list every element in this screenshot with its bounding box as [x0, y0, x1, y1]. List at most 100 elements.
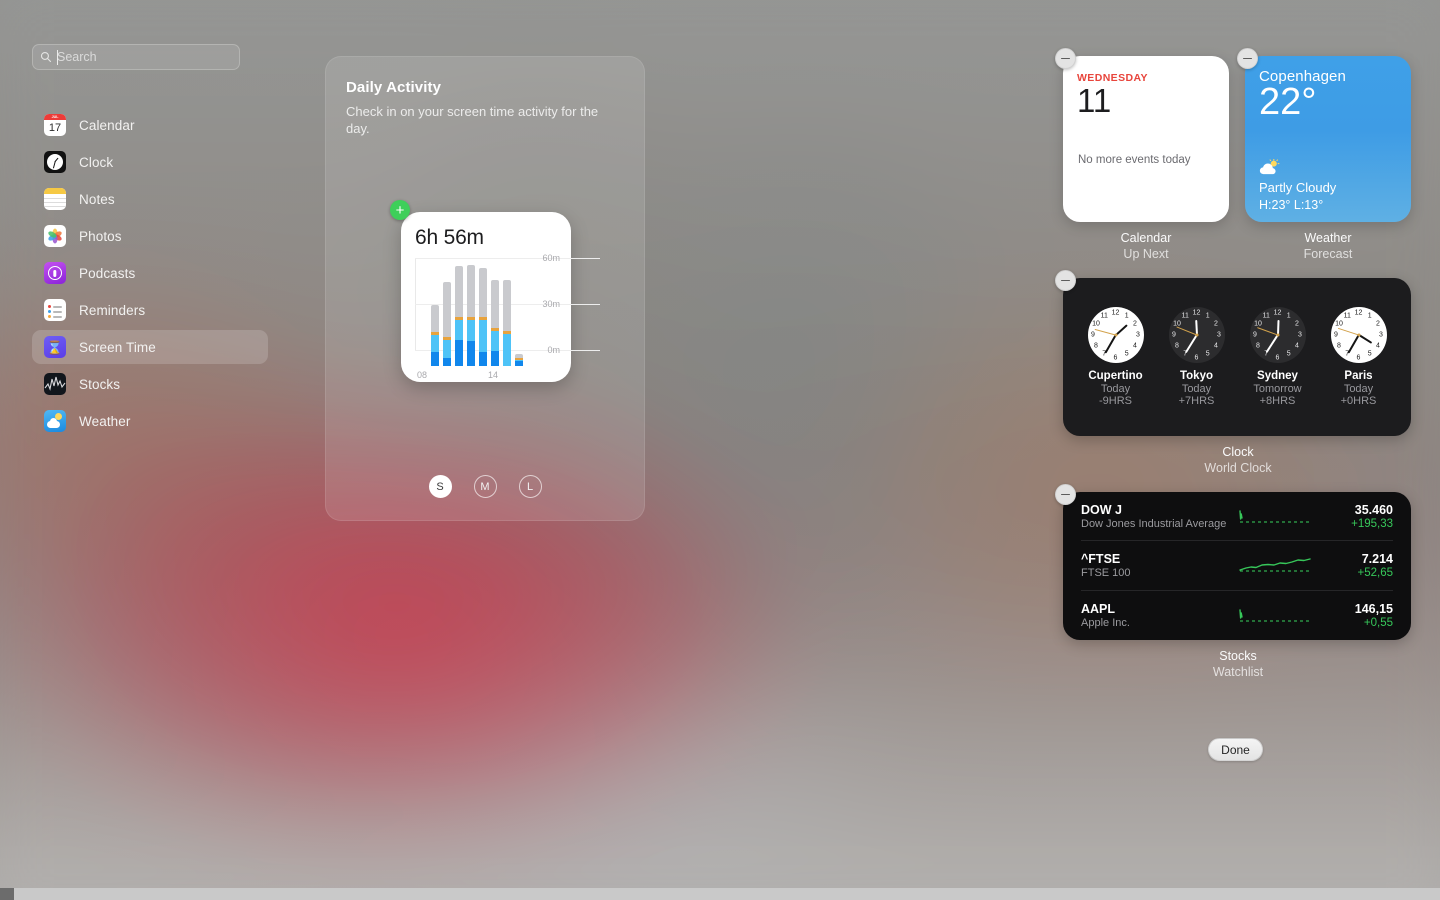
sidebar-item-podcasts[interactable]: Podcasts	[32, 256, 268, 290]
chart-bar-segment	[467, 264, 475, 317]
chart-bar	[431, 304, 439, 366]
clock-numeral: 8	[1256, 342, 1260, 350]
clock-numeral: 6	[1275, 354, 1280, 361]
chart-bar-segment	[491, 280, 499, 328]
remove-stocks-widget-button[interactable]	[1055, 484, 1076, 505]
chart-gridline-60	[415, 258, 600, 259]
chart-bar-segment	[467, 341, 475, 366]
preview-title: Daily Activity	[346, 79, 442, 96]
chart-bar-segment	[431, 352, 439, 366]
screen-time-chart: 60m 30m 0m 08 14	[415, 253, 600, 380]
analog-clock-face: 12 1 2 3 4 5 6 7 8 9 10 11	[1330, 307, 1387, 363]
weather-condition: Partly Cloudy	[1259, 180, 1337, 195]
clock-numeral: 6	[1356, 354, 1361, 361]
calendar-widget[interactable]: WEDNESDAY 11 No more events today	[1055, 48, 1229, 222]
sidebar-item-label: Weather	[79, 413, 131, 429]
clock-numeral: 4	[1376, 342, 1380, 350]
clock-hand-min	[1104, 334, 1117, 354]
sidebar-item-reminders[interactable]: Reminders	[32, 293, 268, 327]
clock-widget-caption: Clock World Clock	[1063, 445, 1413, 475]
clock-pivot	[1276, 333, 1279, 337]
widget-preview-panel: Daily Activity Check in on your screen t…	[325, 56, 645, 521]
clock-hand-sec	[1256, 326, 1278, 336]
chart-ytick-30: 30m	[542, 299, 560, 309]
chart-bar-segment	[443, 281, 451, 337]
clock-numeral: 8	[1094, 342, 1098, 350]
clock-numeral: 10	[1335, 320, 1343, 328]
weather-high-low: H:23° L:13°	[1259, 198, 1324, 212]
weather-temperature: 22°	[1259, 81, 1317, 123]
clock-pivot	[1114, 333, 1117, 337]
chart-bar-segment	[491, 330, 499, 351]
sidebar-item-weather[interactable]: Weather	[32, 404, 268, 438]
sidebar-item-notes[interactable]: Notes	[32, 182, 268, 216]
search-input[interactable]	[57, 50, 239, 64]
analog-clock-face: 12 1 2 3 4 5 6 7 8 9 10 11	[1087, 307, 1144, 363]
clock-city-offset: +0HRS	[1340, 395, 1377, 407]
remove-clock-widget-button[interactable]	[1055, 270, 1076, 291]
sidebar-item-label: Podcasts	[79, 265, 136, 281]
stocks-widget[interactable]: DOW J Dow Jones Industrial Average 35.460 +…	[1055, 484, 1411, 640]
stock-row[interactable]: AAPL Apple Inc. 146,15 +0,55	[1081, 591, 1393, 640]
minus-icon	[1243, 57, 1252, 60]
clock-numeral: 2	[1214, 320, 1218, 328]
chart-bar-segment	[479, 267, 487, 317]
size-option-small[interactable]: S	[428, 475, 452, 498]
sidebar-item-screen-time[interactable]: ⌛ Screen Time	[32, 330, 268, 364]
clock-numeral: 1	[1205, 312, 1210, 319]
clock-numeral: 1	[1286, 312, 1291, 319]
clock-numeral: 6	[1113, 354, 1118, 361]
stock-row[interactable]: DOW J Dow Jones Industrial Average 35.460 +…	[1081, 492, 1393, 542]
minus-icon	[1061, 57, 1070, 60]
caption-app-name: Calendar	[1120, 231, 1172, 245]
sidebar-item-calendar[interactable]: JUL 17 Calendar	[32, 108, 268, 142]
clock-numeral: 9	[1253, 331, 1257, 339]
stock-quote: 35.460 +195,33	[1321, 503, 1393, 530]
search-field[interactable]	[32, 44, 240, 70]
sidebar-item-stocks[interactable]: Stocks	[32, 367, 268, 401]
size-option-medium[interactable]: M	[473, 475, 497, 498]
stock-change: +195,33	[1351, 517, 1393, 530]
screen-time-widget-preview[interactable]: + 6h 56m 60m 30m 0m 08 14	[390, 200, 600, 382]
stock-identity: DOW J Dow Jones Industrial Average	[1081, 503, 1231, 530]
stock-change: +0,55	[1363, 616, 1393, 629]
clock-numeral: 3	[1379, 331, 1383, 339]
clock-numeral: 12	[1192, 309, 1201, 316]
size-option-large[interactable]: L	[518, 475, 542, 498]
chart-ytick-0: 0m	[547, 345, 560, 355]
add-widget-button[interactable]: +	[390, 200, 410, 220]
notes-icon	[44, 188, 66, 210]
stock-sparkline	[1231, 554, 1321, 576]
clock-numeral: 9	[1334, 331, 1338, 339]
done-button[interactable]: Done	[1208, 738, 1263, 761]
clock-city-cell: 12 1 2 3 4 5 6 7 8 9 10 11 Cupertino Today -9HRS	[1077, 307, 1155, 407]
sidebar-item-photos[interactable]: Photos	[32, 219, 268, 253]
clock-hand-sec	[1337, 327, 1359, 336]
clock-numeral: 4	[1133, 342, 1137, 350]
search-caret	[57, 50, 58, 65]
weather-widget[interactable]: Copenhagen 22° Partly Cloudy H:23° L:13°	[1237, 48, 1411, 222]
clock-widget[interactable]: 12 1 2 3 4 5 6 7 8 9 10 11 Cupertino Today -9HRS 12 1 2 3 4…	[1055, 270, 1411, 436]
stock-symbol: AAPL	[1081, 601, 1116, 616]
clock-numeral: 5	[1367, 350, 1372, 358]
active-widgets-column: WEDNESDAY 11 No more events today Calend…	[1055, 48, 1413, 679]
clock-city-cell: 12 1 2 3 4 5 6 7 8 9 10 11 Sydney Tomorrow +8HRS	[1239, 307, 1317, 407]
screen-time-total: 6h 56m	[415, 226, 484, 249]
chart-bar-segment	[479, 352, 487, 366]
sidebar-item-clock[interactable]: Clock	[32, 145, 268, 179]
stock-price: 146,15	[1354, 601, 1393, 616]
chart-bar	[479, 267, 487, 366]
clock-numeral: 9	[1172, 331, 1176, 339]
widget-gallery-screen: JUL 17 Calendar Clock Notes	[0, 0, 1440, 900]
partly-cloudy-icon	[1259, 159, 1280, 175]
chart-bar-segment	[503, 333, 511, 366]
calendar-icon: JUL 17	[44, 114, 66, 136]
remove-calendar-widget-button[interactable]	[1055, 48, 1076, 69]
stock-row[interactable]: ^FTSE FTSE 100 7.214 +52,65	[1081, 541, 1393, 591]
clock-city-day: Tomorrow	[1253, 383, 1302, 395]
chart-bar-segment	[443, 358, 451, 366]
widget-app-sidebar: JUL 17 Calendar Clock Notes	[0, 44, 300, 604]
stock-company-name: FTSE 100	[1081, 566, 1131, 579]
remove-weather-widget-button[interactable]	[1237, 48, 1258, 69]
stock-symbol: DOW J	[1081, 502, 1122, 517]
